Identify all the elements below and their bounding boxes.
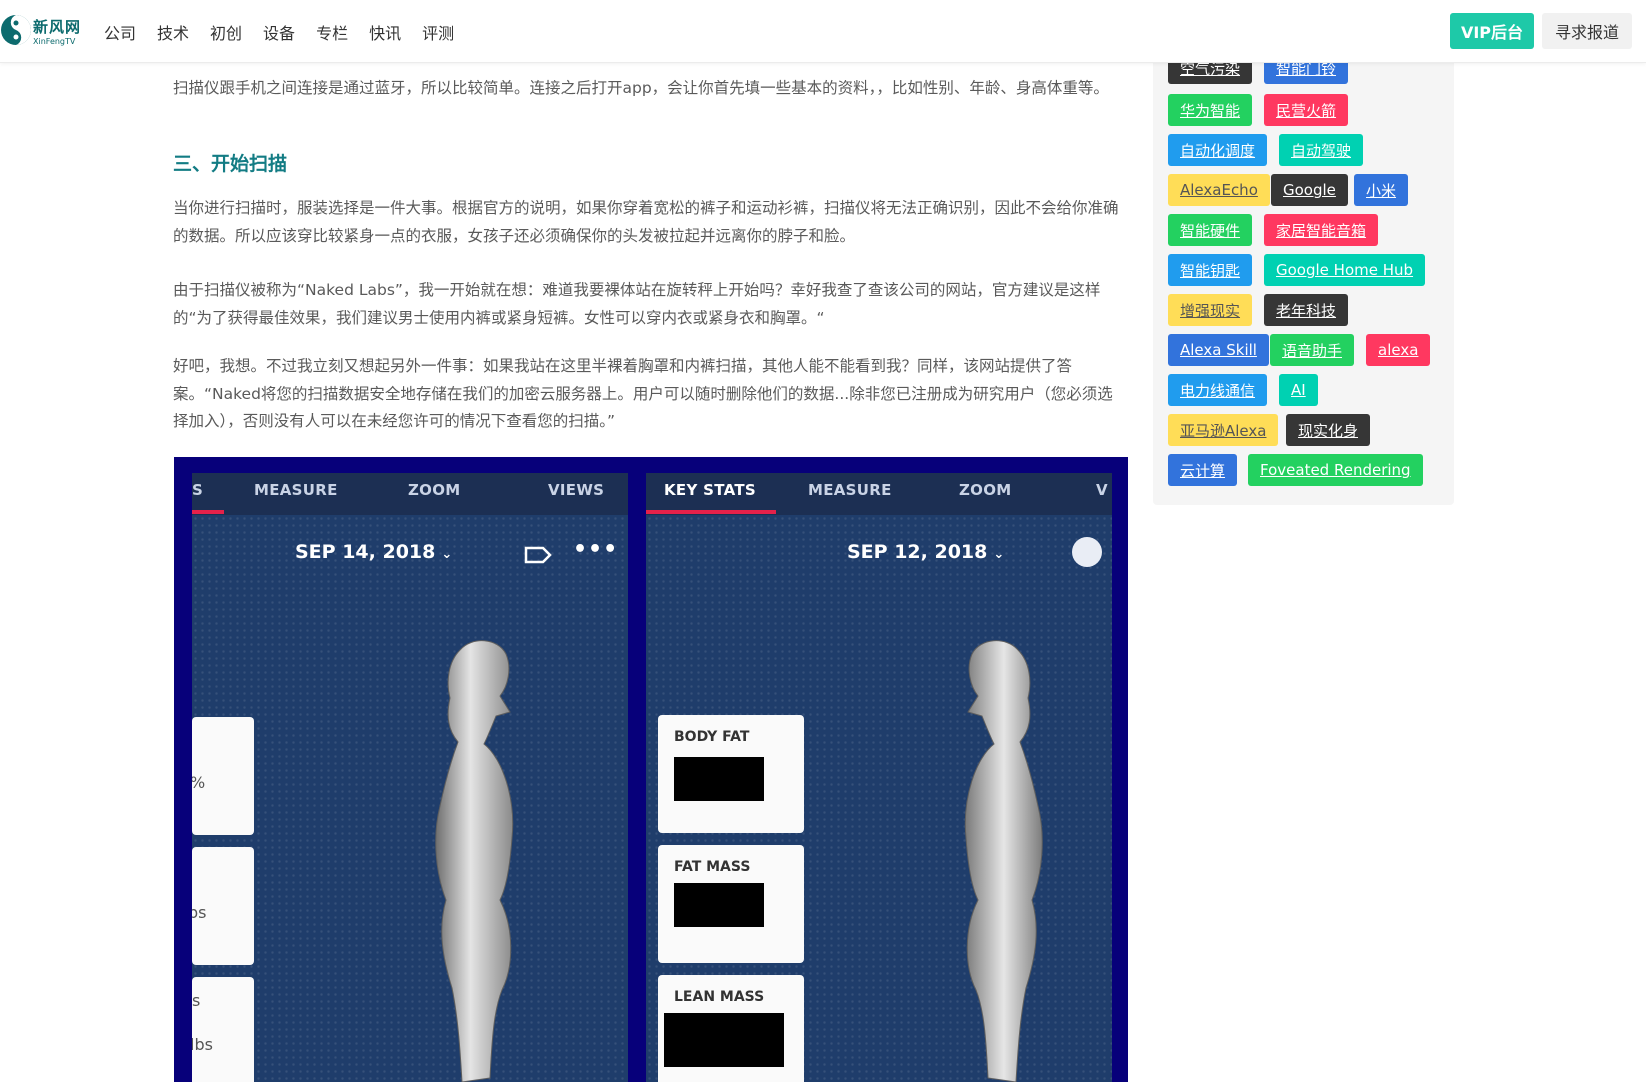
scan-date-text: SEP 12, 2018 [847,541,988,563]
tab-measure: MEASURE [808,481,892,499]
redacted-value [674,883,764,927]
tag-link[interactable]: 语音助手 [1270,334,1355,366]
tag-link[interactable]: 民营火箭 [1264,94,1349,126]
top-header: 新风网 XinFengTV 公司 技术 初创 设备 专栏 快讯 评测 VIP后台… [0,0,1646,63]
chevron-down-icon: ⌄ [441,547,453,562]
article-paragraph-4: 好吧，我想。不过我立刻又想起另外一件事：如果我站在这里半裸着胸罩和内裤扫描，其他… [173,357,1113,430]
stat-card: s lbs [192,977,254,1082]
tab-key-stats: KEY STATS [664,481,757,499]
tag-link[interactable]: 华为智能 [1168,94,1253,126]
tag-link[interactable]: 小米 [1354,174,1409,206]
lean-mass-card: LEAN MASS [658,975,804,1082]
redacted-value [664,1013,784,1067]
tag-icon [524,546,552,564]
tag-link[interactable]: AlexaEcho [1168,174,1270,206]
article-paragraph-1: 扫描仪跟手机之间连接是通过蓝牙，所以比较简单。连接之后打开app，会让你首先填一… [173,79,1109,97]
article-paragraph-3: 由于扫描仪被称为“Naked Labs”，我一开始就在想：难道我要裸体站在旋转秤… [173,281,1101,327]
tab-bar-left: S MEASURE ZOOM VIEWS [192,473,628,515]
redacted-value [674,757,764,801]
tag-link[interactable]: Google [1271,174,1348,206]
tab-views: VIEWS [548,481,605,499]
stat-card: % [192,717,254,835]
profile-icon [1072,537,1102,567]
more-options-icon: ••• [573,537,619,562]
app-screen-left: S MEASURE ZOOM VIEWS SEP 14, 2018 ⌄ ••• %… [192,473,628,1082]
tag-link[interactable]: Alexa Skill [1168,334,1269,366]
tag-link[interactable]: 智能钥匙 [1168,254,1253,286]
logo-subtitle: XinFengTV [33,37,76,46]
article-image: S MEASURE ZOOM VIEWS SEP 14, 2018 ⌄ ••• %… [174,457,1128,1082]
tag-link[interactable]: 自动化调度 [1168,134,1268,166]
tag-link[interactable]: 云计算 [1168,454,1238,486]
nav-item-startup[interactable]: 初创 [210,20,242,44]
tag-link[interactable]: 现实化身 [1286,414,1371,446]
logo-title: 新风网 [33,18,82,36]
tab-measure: MEASURE [254,481,338,499]
nav-item-review[interactable]: 评测 [422,20,454,44]
site-logo[interactable]: 新风网 XinFengTV [0,12,90,52]
seek-coverage-button[interactable]: 寻求报道 [1542,13,1632,49]
logo-mark-icon [1,15,31,45]
active-tab-indicator [646,510,776,514]
tab-views-cut: V [1096,481,1108,499]
main-nav: 公司 技术 初创 设备 专栏 快讯 评测 [104,0,475,63]
nav-item-device[interactable]: 设备 [263,20,295,44]
nav-item-column[interactable]: 专栏 [316,20,348,44]
stat-card: bs [192,847,254,965]
scan-date-text: SEP 14, 2018 [295,541,436,563]
nav-item-tech[interactable]: 技术 [157,20,189,44]
tag-link[interactable]: 亚马逊Alexa [1168,414,1279,446]
tab-key-stats-cut: S [192,481,204,499]
tag-link[interactable]: 自动驾驶 [1279,134,1364,166]
active-tab-indicator [192,510,224,514]
section-heading: 三、开始扫描 [173,153,288,175]
body-scan-model [435,640,514,1082]
app-screen-right: KEY STATS MEASURE ZOOM V SEP 12, 2018 ⌄ B… [646,473,1112,1082]
tag-link[interactable]: Google Home Hub [1264,254,1426,286]
body-scan-model [964,640,1043,1082]
scan-date-right: SEP 12, 2018 ⌄ [847,541,1004,563]
tag-link[interactable]: 老年科技 [1264,294,1349,326]
stat-label: BODY FAT [674,729,750,745]
tag-link[interactable]: 家居智能音箱 [1264,214,1379,246]
fat-mass-card: FAT MASS [658,845,804,963]
tag-link[interactable]: Foveated Rendering [1248,454,1423,486]
tag-link[interactable]: 智能硬件 [1168,214,1253,246]
tag-link[interactable]: AI [1279,374,1318,406]
stat-label: LEAN MASS [674,989,765,1005]
article-paragraph-2: 当你进行扫描时，服装选择是一件大事。根据官方的说明，如果你穿着宽松的裤子和运动衫… [173,199,1119,245]
chevron-down-icon: ⌄ [993,547,1005,562]
body-fat-card: BODY FAT [658,715,804,833]
vip-backend-button[interactable]: VIP后台 [1450,13,1534,49]
tab-bar-right: KEY STATS MEASURE ZOOM V [646,473,1112,515]
tab-zoom: ZOOM [959,481,1012,499]
scan-date-left: SEP 14, 2018 ⌄ [295,541,452,563]
tab-zoom: ZOOM [408,481,461,499]
nav-item-news[interactable]: 快讯 [369,20,401,44]
stat-label: FAT MASS [674,859,751,875]
nav-item-company[interactable]: 公司 [104,20,136,44]
tag-link[interactable]: alexa [1366,334,1431,366]
tag-link[interactable]: 电力线通信 [1168,374,1268,406]
tag-link[interactable]: 增强现实 [1168,294,1253,326]
tag-cloud-panel: 空气污染 智能门铃 华为智能 民营火箭 自动化调度 自动驾驶 AlexaEcho… [1153,48,1454,505]
